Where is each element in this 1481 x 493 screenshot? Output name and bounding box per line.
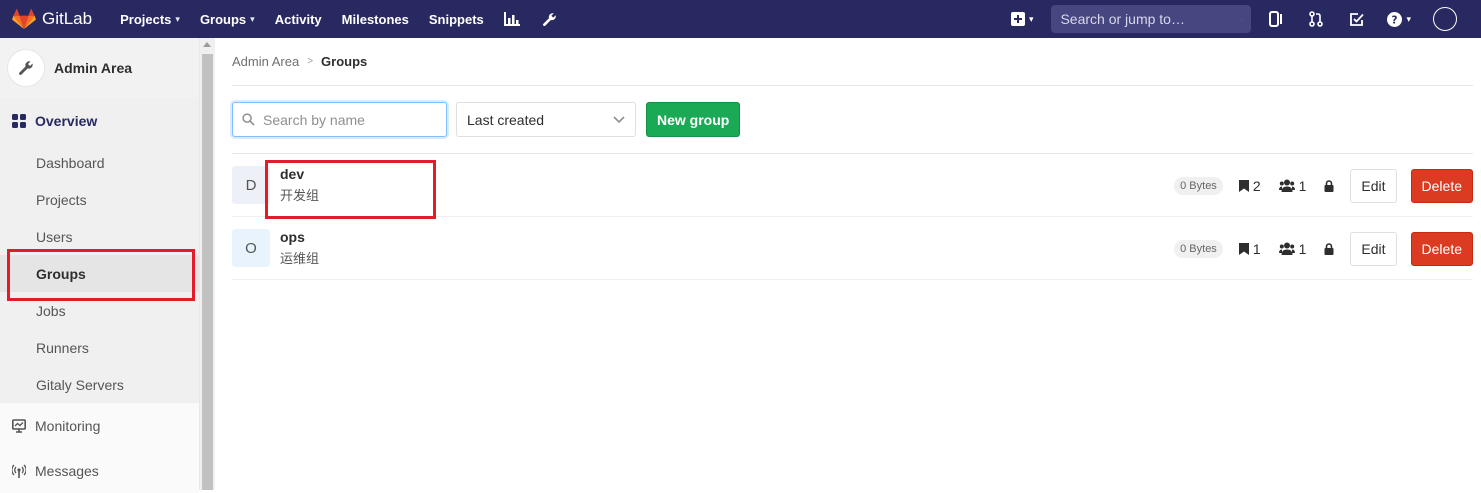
gitlab-logo-icon (12, 8, 36, 29)
breadcrumb-admin-area[interactable]: Admin Area (232, 54, 299, 69)
todo-icon[interactable] (1347, 10, 1365, 28)
sidebar-item-overview[interactable]: Overview (0, 98, 199, 144)
lock-icon (1324, 242, 1334, 255)
sidebar-context-header[interactable]: Admin Area (0, 38, 199, 98)
gitlab-home-link[interactable]: GitLab (12, 0, 92, 38)
nav-projects[interactable]: Projects ▾ (120, 12, 180, 27)
nav-groups[interactable]: Groups ▾ (200, 12, 255, 27)
member-count-value: 1 (1298, 177, 1307, 194)
main-nav: Projects ▾ Groups ▾ Activity Milestones Sn… (120, 0, 580, 38)
edit-group-button[interactable]: Edit (1350, 231, 1397, 266)
chevron-down-icon: ▾ (175, 13, 180, 24)
scroll-thumb[interactable] (202, 54, 213, 490)
group-name-link[interactable]: ops (280, 229, 319, 245)
help-dropdown[interactable]: ? ▾ (1387, 11, 1411, 27)
monitor-icon (12, 418, 26, 433)
highlight-box-groups (7, 249, 195, 301)
nav-groups-label: Groups (199, 11, 247, 27)
delete-group-button[interactable]: Delete (1410, 231, 1473, 266)
member-count: 1 (1278, 240, 1307, 257)
search-icon (242, 113, 255, 126)
breadcrumb-current[interactable]: Groups (321, 54, 367, 69)
project-count: 2 (1238, 177, 1261, 194)
edit-group-button[interactable]: Edit (1350, 168, 1397, 203)
admin-sidebar: Admin Area Overview Dashboard Projects U… (0, 38, 200, 493)
nav-snippets[interactable]: Snippets (429, 12, 484, 27)
chevron-right-icon: > (307, 56, 314, 67)
new-dropdown-button[interactable]: ▾ (1010, 12, 1034, 26)
plus-square-icon (1010, 12, 1025, 26)
bookmark-icon (1238, 179, 1249, 192)
chart-icon[interactable] (503, 11, 520, 27)
scroll-up-arrow-icon[interactable] (203, 42, 211, 47)
user-avatar-menu[interactable] (1433, 7, 1457, 31)
chevron-down-icon: ▾ (1406, 13, 1411, 24)
question-circle-icon: ? (1387, 11, 1403, 27)
group-description: 运维组 (280, 252, 320, 267)
sidebar-scrollbar[interactable] (200, 38, 215, 490)
svg-text:?: ? (1392, 14, 1398, 26)
group-row: D dev 开发组 0 Bytes 2 1 Edit Delete (232, 154, 1473, 219)
sort-dropdown[interactable]: Last created (456, 102, 636, 137)
nav-activity-label: Activity (274, 11, 322, 27)
breadcrumb: Admin Area > Groups (232, 38, 1473, 86)
navbar-right: ▾ ? ▾ (1010, 0, 1481, 38)
nav-milestones-label: Milestones (341, 11, 409, 27)
project-count: 1 (1238, 240, 1261, 257)
member-count: 1 (1278, 177, 1307, 194)
group-info: ops 运维组 (280, 229, 319, 267)
overview-grid-icon (12, 114, 26, 128)
sidebar-item-runners[interactable]: Runners (0, 329, 199, 366)
wrench-icon[interactable] (542, 11, 558, 27)
sidebar-item-label: Overview (35, 113, 98, 129)
sidebar-item-label: Monitoring (35, 417, 101, 434)
main-content: Admin Area > Groups Last created New gro… (232, 38, 1473, 280)
issues-icon[interactable] (1267, 10, 1285, 28)
admin-avatar (7, 49, 45, 87)
sidebar-title: Admin Area (54, 60, 133, 76)
broadcast-icon (12, 464, 26, 478)
top-navbar: GitLab Projects ▾ Groups ▾ Activity Milest… (0, 0, 1481, 38)
nav-milestones[interactable]: Milestones (342, 12, 409, 27)
sidebar-item-monitoring[interactable]: Monitoring (0, 403, 199, 448)
delete-group-button[interactable]: Delete (1410, 168, 1473, 203)
brand-name: GitLab (42, 9, 93, 28)
group-row: O ops 运维组 0 Bytes 1 1 Edit Delete (232, 217, 1473, 280)
chevron-down-icon (613, 115, 625, 123)
storage-size-badge: 0 Bytes (1174, 239, 1223, 258)
group-row-stats: 0 Bytes 1 1 Edit Delete (1174, 217, 1473, 280)
sidebar-item-dashboard[interactable]: Dashboard (0, 144, 199, 181)
highlight-box-dev (265, 160, 436, 219)
nav-projects-label: Projects (120, 11, 172, 27)
users-icon (1278, 179, 1295, 192)
member-count-value: 1 (1298, 240, 1307, 257)
wrench-icon (19, 61, 33, 75)
project-count-value: 1 (1252, 240, 1261, 257)
chevron-down-icon: ▾ (250, 13, 255, 24)
bookmark-icon (1238, 242, 1249, 255)
nav-snippets-label: Snippets (428, 11, 484, 27)
group-search-field[interactable] (232, 102, 447, 137)
users-icon (1278, 242, 1295, 255)
merge-request-icon[interactable] (1307, 10, 1325, 28)
storage-size-badge: 0 Bytes (1174, 176, 1223, 195)
chevron-down-icon: ▾ (1028, 13, 1034, 24)
group-search-input[interactable] (263, 111, 446, 128)
groups-filter-bar: Last created New group (232, 86, 1473, 154)
group-avatar[interactable]: O (232, 229, 270, 267)
global-search-input[interactable] (1060, 11, 1242, 27)
sort-dropdown-value: Last created (467, 111, 545, 128)
sidebar-item-label: Messages (35, 462, 99, 479)
new-group-button[interactable]: New group (646, 102, 741, 137)
lock-icon (1324, 179, 1334, 192)
sidebar-item-messages[interactable]: Messages (0, 448, 199, 493)
group-row-stats: 0 Bytes 2 1 Edit Delete (1174, 154, 1473, 217)
sidebar-item-projects[interactable]: Projects (0, 181, 199, 218)
global-search[interactable] (1051, 5, 1252, 33)
project-count-value: 2 (1252, 177, 1261, 194)
nav-activity[interactable]: Activity (275, 12, 322, 27)
search-icon (1241, 18, 1243, 20)
sidebar-item-gitaly-servers[interactable]: Gitaly Servers (0, 366, 199, 403)
